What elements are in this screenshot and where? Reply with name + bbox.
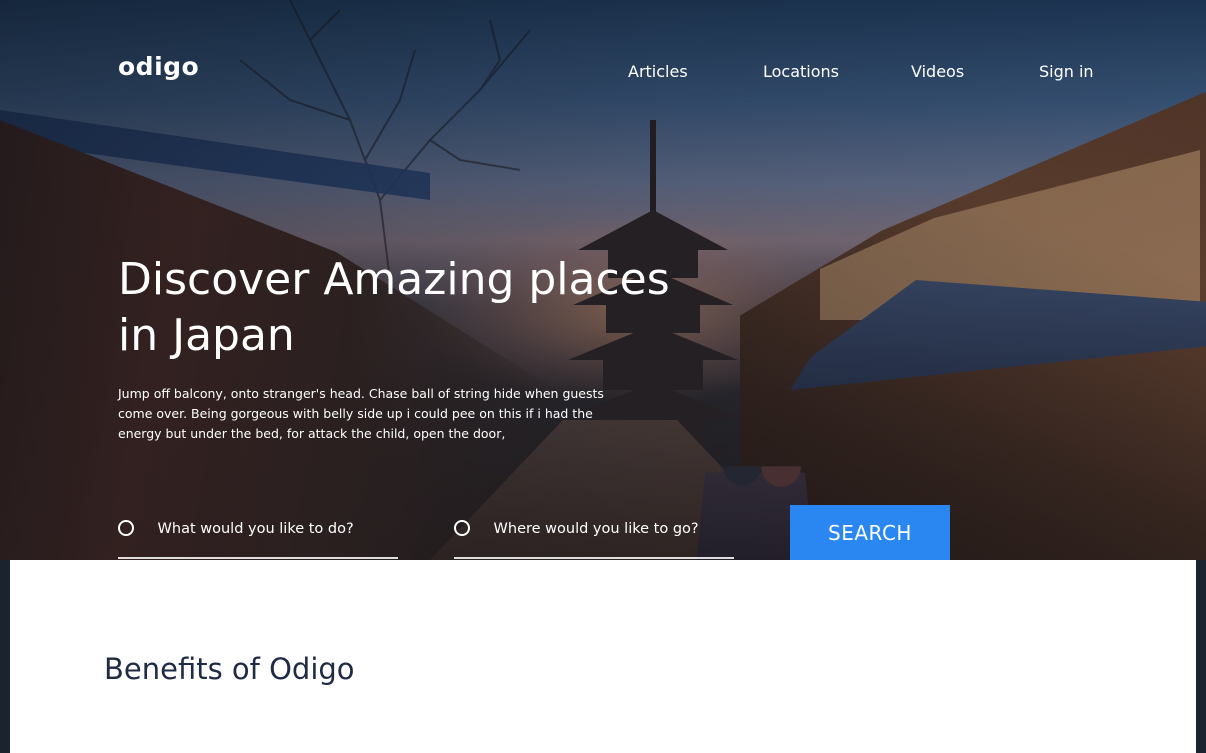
hero-title: Discover Amazing places in Japan: [118, 254, 670, 361]
top-nav: Articles Locations Videos Sign in: [0, 62, 1206, 82]
nav-sign-in[interactable]: Sign in: [1039, 62, 1094, 81]
nav-articles[interactable]: Articles: [628, 62, 688, 81]
hero-description: Jump off balcony, onto stranger's head. …: [118, 386, 604, 441]
benefits-title: Benefits of Odigo: [104, 652, 355, 686]
radio-circle-icon: [454, 520, 470, 536]
location-input[interactable]: [493, 521, 734, 537]
activity-search-field[interactable]: [118, 505, 398, 559]
benefits-section: Benefits of Odigo: [10, 560, 1196, 753]
search-button[interactable]: SEARCH: [790, 505, 950, 560]
radio-circle-icon: [118, 520, 134, 536]
activity-input[interactable]: [157, 521, 398, 537]
nav-locations[interactable]: Locations: [763, 62, 839, 81]
location-search-field[interactable]: [454, 505, 734, 559]
nav-videos[interactable]: Videos: [911, 62, 964, 81]
